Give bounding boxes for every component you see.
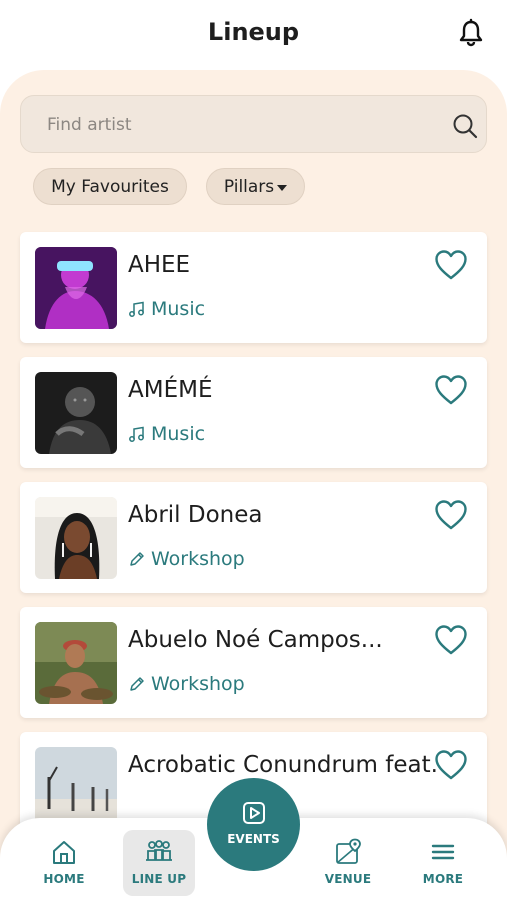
nav-more-label: MORE	[422, 872, 464, 886]
pencil-icon	[130, 676, 144, 691]
lineup-panel: My Favourites Pillars AHEE Music	[0, 70, 507, 900]
home-icon	[53, 841, 75, 864]
pencil-icon	[130, 551, 144, 566]
artist-card-ameme[interactable]: AMÉMÉ Music	[20, 357, 487, 468]
artist-avatar	[35, 622, 117, 704]
pillar-label: Workshop	[151, 673, 245, 695]
artist-name: AMÉMÉ	[128, 377, 213, 403]
nav-lineup[interactable]: LINE UP	[123, 830, 195, 896]
pillar-label: Workshop	[151, 548, 245, 570]
my-favourites-filter[interactable]: My Favourites	[33, 168, 187, 205]
artist-avatar	[35, 497, 117, 579]
my-favourites-label: My Favourites	[51, 176, 169, 197]
pillar-label: Music	[151, 298, 206, 320]
heart-icon[interactable]	[434, 374, 468, 406]
nav-venue-label: VENUE	[324, 872, 372, 886]
play-square-icon	[242, 801, 265, 824]
artist-avatar	[35, 372, 117, 454]
nav-home[interactable]: HOME	[28, 830, 100, 896]
search-bar	[20, 95, 487, 154]
artist-name: Abuelo Noé Campos...	[128, 627, 383, 653]
music-note-icon	[129, 426, 144, 442]
pillars-label: Pillars	[223, 176, 275, 197]
heart-icon[interactable]	[434, 624, 468, 656]
caret-down-icon	[277, 184, 288, 191]
artist-pillar: Music	[128, 423, 205, 445]
artist-pillar: Workshop	[128, 673, 245, 695]
pillars-dropdown[interactable]: Pillars	[206, 168, 305, 205]
artist-card-ahee[interactable]: AHEE Music	[20, 232, 487, 343]
heart-icon[interactable]	[434, 749, 468, 781]
events-button[interactable]: EVENTS	[207, 778, 300, 871]
nav-home-label: HOME	[43, 872, 85, 886]
people-group-icon	[146, 840, 172, 861]
artist-avatar	[35, 747, 117, 829]
artist-card-abuelo-noe-campos[interactable]: Abuelo Noé Campos... Workshop	[20, 607, 487, 718]
artist-name: Acrobatic Conundrum feat.	[128, 752, 438, 778]
artist-card-abril-donea[interactable]: Abril Donea Workshop	[20, 482, 487, 593]
artist-pillar: Music	[128, 298, 205, 320]
music-note-icon	[129, 301, 144, 317]
app-header: Lineup	[0, 0, 507, 70]
page-title: Lineup	[207, 18, 300, 46]
artist-avatar	[35, 247, 117, 329]
artist-pillar: Workshop	[128, 548, 245, 570]
heart-icon[interactable]	[434, 499, 468, 531]
nav-venue[interactable]: VENUE	[312, 830, 384, 896]
nav-more[interactable]: MORE	[407, 830, 479, 896]
search-icon[interactable]	[451, 112, 479, 140]
artist-name: Abril Donea	[128, 502, 263, 528]
search-input[interactable]	[47, 96, 417, 154]
events-label: EVENTS	[227, 831, 280, 846]
menu-icon	[431, 844, 455, 860]
artist-name: AHEE	[128, 252, 191, 278]
nav-lineup-label: LINE UP	[131, 872, 187, 886]
pillar-label: Music	[151, 423, 206, 445]
heart-icon[interactable]	[434, 249, 468, 281]
bell-icon[interactable]	[456, 18, 486, 48]
map-pin-icon	[336, 838, 361, 864]
